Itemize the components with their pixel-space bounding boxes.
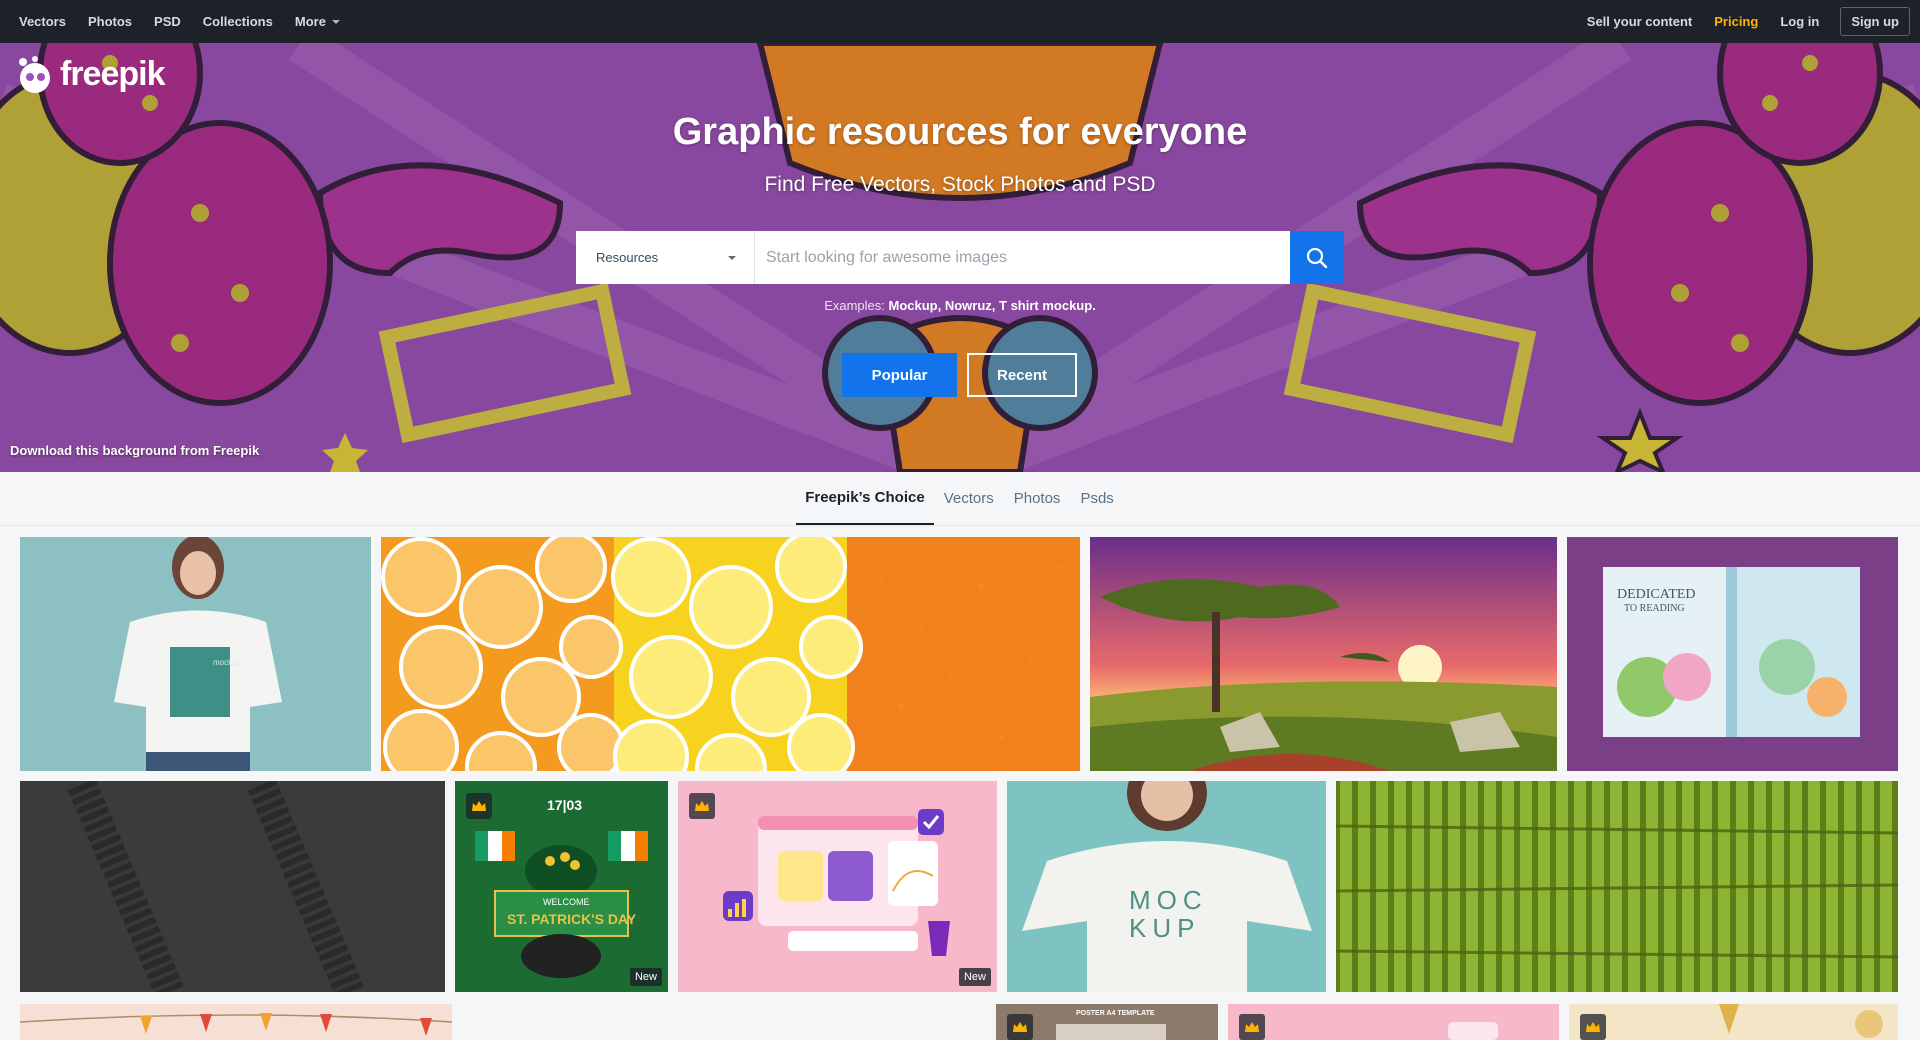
gallery-item-st-patricks-flyer[interactable]: 17|03 WELCOME ST. PATRICK'S DAY New	[455, 781, 668, 992]
nav-right: Sell your content Pricing Log in Sign up	[1576, 0, 1910, 43]
nav-collections[interactable]: Collections	[192, 14, 284, 29]
gallery-item-tire-tracks[interactable]	[20, 781, 445, 992]
premium-crown-icon	[466, 793, 492, 819]
resource-type-label: Resources	[596, 250, 659, 265]
savanna-landscape-image	[1090, 537, 1557, 771]
gallery-item-tshirt-mockup-2[interactable]: MOC KUP	[1007, 781, 1326, 992]
hero-banner: freepik Graphic resources for everyone F…	[0, 43, 1920, 472]
ui-illustration-image	[678, 781, 997, 992]
bunting-image	[20, 1004, 452, 1040]
nav-more[interactable]: More	[284, 14, 351, 29]
gallery-item-ui-illustration[interactable]: New	[678, 781, 997, 992]
book-title: DEDICATED	[1617, 587, 1696, 602]
golden-decor-image	[1569, 1004, 1898, 1040]
book-subtitle: TO READING	[1624, 603, 1685, 614]
bamboo-image	[1336, 781, 1898, 992]
tshirt-print-text: mockup	[213, 658, 242, 667]
flyer-title: ST. PATRICK'S DAY	[507, 911, 637, 927]
nav-left: Vectors Photos PSD Collections More	[8, 0, 351, 43]
image-gallery: mockup DEDICATED TO READING 17|03 WELCOM…	[0, 526, 1920, 1040]
mockup-print-line-1: MOC	[1129, 885, 1208, 915]
nav-more-label: More	[294, 14, 326, 29]
hero-title: Graphic resources for everyone	[672, 111, 1248, 153]
nav-photos[interactable]: Photos	[77, 14, 143, 29]
gallery-item-golden-decor[interactable]	[1569, 1004, 1898, 1040]
top-navigation: Vectors Photos PSD Collections More Sell…	[0, 0, 1920, 43]
nav-sell-content[interactable]: Sell your content	[1576, 14, 1703, 29]
tab-psds[interactable]: Psds	[1070, 472, 1123, 525]
gallery-item-pink-illustration[interactable]	[1228, 1004, 1559, 1040]
background-credit-link[interactable]: Download this background from Freepik	[10, 443, 259, 458]
citrus-pattern-image	[381, 537, 1080, 771]
premium-crown-icon	[1580, 1014, 1606, 1040]
signup-button[interactable]: Sign up	[1840, 7, 1910, 36]
recent-button[interactable]: Recent	[967, 353, 1077, 397]
flyer-date: 17|03	[547, 797, 583, 813]
category-tabs: Freepik’s Choice Vectors Photos Psds	[0, 472, 1920, 526]
gallery-item-poster-template[interactable]: POSTER A4 TEMPLATE	[996, 1004, 1218, 1040]
chevron-down-icon	[331, 19, 340, 24]
sort-buttons: Popular Recent	[842, 353, 1077, 397]
gallery-item-tshirt-mockup[interactable]: mockup	[20, 537, 371, 771]
pink-illustration-image	[1228, 1004, 1559, 1040]
tab-freepiks-choice[interactable]: Freepik’s Choice	[796, 472, 934, 525]
tab-photos[interactable]: Photos	[1004, 472, 1071, 525]
new-badge: New	[629, 968, 662, 986]
gallery-item-book-cover[interactable]: DEDICATED TO READING	[1567, 537, 1898, 771]
examples-label: Examples:	[824, 298, 885, 313]
nav-vectors[interactable]: Vectors	[8, 14, 77, 29]
premium-crown-icon	[1007, 1014, 1033, 1040]
popular-button[interactable]: Popular	[842, 353, 957, 397]
gallery-item-bamboo[interactable]	[1336, 781, 1898, 992]
tshirt-mockup-image	[20, 537, 371, 771]
examples-links[interactable]: Mockup, Nowruz, T shirt mockup.	[889, 298, 1096, 313]
resource-type-select[interactable]: Resources	[576, 231, 755, 284]
search-examples: Examples: Mockup, Nowruz, T shirt mockup…	[0, 298, 1920, 313]
premium-crown-icon	[1239, 1014, 1265, 1040]
brand-wordmark: freepik	[60, 55, 165, 93]
tab-vectors[interactable]: Vectors	[934, 472, 1004, 525]
hero-subtitle: Find Free Vectors, Stock Photos and PSD	[764, 173, 1156, 196]
search-button[interactable]	[1290, 231, 1344, 284]
freepik-logo-icon	[19, 55, 50, 93]
new-badge: New	[958, 968, 991, 986]
freepik-logo[interactable]: freepik	[14, 55, 165, 94]
search-icon	[1306, 247, 1328, 268]
nav-psd[interactable]: PSD	[143, 14, 192, 29]
premium-crown-icon	[689, 793, 715, 819]
search-bar: Resources	[576, 231, 1344, 284]
chevron-down-icon	[728, 255, 736, 260]
search-input[interactable]	[755, 231, 1290, 284]
mockup-print-line-2: KUP	[1129, 913, 1201, 943]
gallery-item-bunting[interactable]	[20, 1004, 452, 1040]
gallery-item-savanna-landscape[interactable]	[1090, 537, 1557, 771]
poster-label: POSTER A4 TEMPLATE	[1076, 1010, 1155, 1017]
flyer-welcome: WELCOME	[543, 897, 590, 907]
gallery-item-citrus-pattern[interactable]	[381, 537, 1080, 771]
book-cover-image	[1567, 537, 1898, 771]
nav-login[interactable]: Log in	[1769, 14, 1830, 29]
nav-pricing[interactable]: Pricing	[1703, 14, 1769, 29]
tire-tracks-image	[20, 781, 445, 992]
